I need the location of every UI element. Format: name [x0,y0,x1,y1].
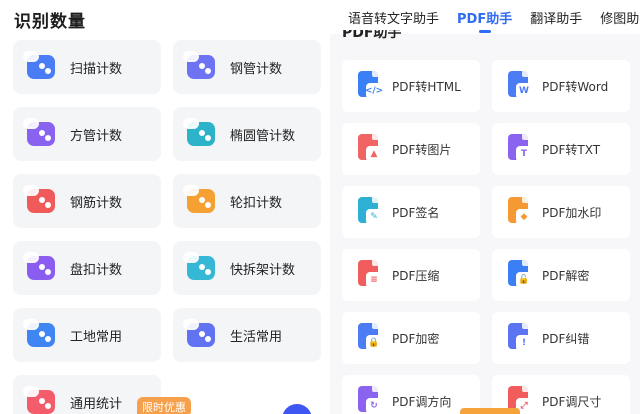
pdf-tool-card[interactable]: ↻ PDF调方向 [342,375,480,414]
count-tool-card[interactable]: 椭圆管计数 [173,107,321,161]
count-tool-label: 生活常用 [230,329,283,345]
pdf-to-word-icon: W [504,69,532,101]
pdf-tool-label: PDF签名 [392,205,440,220]
count-tool-label: 钢筋计数 [70,195,123,211]
pdf-tool-card[interactable]: 🔒 PDF加密 [342,312,480,364]
disc-buckle-count-icon [23,252,57,282]
pdf-compress-icon: ≡ [354,258,382,290]
count-tool-card[interactable]: 方管计数 [13,107,161,161]
pdf-encrypt-icon: 🔒 [354,321,382,353]
quick-frame-count-icon [183,252,217,282]
pdf-tool-card[interactable]: 🔓 PDF解密 [492,249,630,301]
rebar-count-icon [23,185,57,215]
pdf-tool-label: PDF转Word [542,79,609,94]
pdf-rotate-icon: ↻ [354,384,382,414]
pdf-tool-badge-icon: ≡ [366,272,382,288]
construction-site-icon [23,319,57,349]
tab-translation[interactable]: 翻译助手 [530,8,582,27]
pdf-tool-card[interactable]: </> PDF转HTML [342,60,480,112]
pdf-tool-card[interactable]: ! PDF纠错 [492,312,630,364]
count-tool-card[interactable]: 工地常用 [13,308,161,362]
pdf-tool-badge-icon: ! [516,335,532,351]
count-tool-card[interactable]: 生活常用 [173,308,321,362]
tab-pdf-assistant[interactable]: PDF助手 [457,8,512,33]
pdf-tool-label: PDF解密 [542,268,590,283]
pdf-tool-badge-icon: ◆ [516,209,532,225]
pdf-decrypt-icon: 🔓 [504,258,532,290]
section-title-peek: PDF助手 [342,30,402,41]
pdf-tool-badge-icon: T [516,146,532,162]
tab-photo-edit[interactable]: 修图助手 [600,8,640,27]
recognition-count-panel: 识别数量 扫描计数 钢管计数方管计数 椭圆管计数钢筋计数 轮扣计数盘扣计数 快拆架计数工… [0,0,330,414]
pdf-correct-icon: ! [504,321,532,353]
pdf-tool-label: PDF转HTML [392,79,461,94]
count-tool-card[interactable]: 钢管计数 [173,40,321,94]
pdf-tool-badge-icon: ↻ [366,398,382,414]
pdf-watermark-icon: ◆ [504,195,532,227]
square-pipe-count-icon [23,118,57,148]
pdf-tool-label: PDF加密 [392,331,440,346]
general-stats-icon [23,386,57,414]
pdf-tool-card[interactable]: ◆ PDF加水印 [492,186,630,238]
count-tool-label: 钢管计数 [230,61,283,77]
pdf-tool-badge-icon: W [516,83,532,99]
pdf-tool-card[interactable]: W PDF转Word [492,60,630,112]
daily-life-icon [183,319,217,349]
floating-action-button[interactable] [282,404,312,414]
pdf-tool-card[interactable]: ≡ PDF压缩 [342,249,480,301]
scan-count-icon [23,51,57,81]
pdf-sign-icon: ✎ [354,195,382,227]
assistant-tabs: 语音转文字助手 PDF助手 翻译助手 修图助手 [330,0,640,34]
pdf-tool-card[interactable]: ✎ PDF签名 [342,186,480,238]
count-tool-label: 方管计数 [70,128,123,144]
oval-pipe-count-icon [183,118,217,148]
steel-pipe-count-icon [183,51,217,81]
pdf-tool-label: PDF加水印 [542,205,602,220]
wheel-buckle-count-icon [183,185,217,215]
count-tool-label: 轮扣计数 [230,195,283,211]
count-tool-label: 快拆架计数 [230,262,296,278]
pdf-tool-card[interactable]: ▲ PDF转图片 [342,123,480,175]
pdf-tool-card[interactable]: T PDF转TXT [492,123,630,175]
pdf-tool-label: PDF转图片 [392,142,452,157]
pdf-tool-label: PDF压缩 [392,268,440,283]
count-tool-label: 扫描计数 [70,61,123,77]
pdf-tool-badge-icon: </> [365,83,383,99]
count-tool-label: 通用统计 [70,396,123,412]
count-tool-card[interactable]: 盘扣计数 [13,241,161,295]
count-tool-card[interactable]: 扫描计数 [13,40,161,94]
count-tool-label: 工地常用 [70,329,123,345]
count-tool-label: 盘扣计数 [70,262,123,278]
pdf-to-txt-icon: T [504,132,532,164]
pdf-tool-badge-icon: 🔒 [366,335,382,351]
pdf-tool-badge-icon: 🔓 [516,272,532,288]
pdf-tool-badge-icon: ▲ [366,146,382,162]
pdf-tool-badge-icon: ✎ [366,209,382,225]
assistant-panel: 语音转文字助手 PDF助手 翻译助手 修图助手 PDF助手 </> PDF转HTM… [330,0,640,414]
count-tool-card[interactable]: 轮扣计数 [173,174,321,228]
promo-badge[interactable]: 限时优惠 [137,397,191,414]
promo-strip[interactable] [460,408,520,414]
tab-speech-to-text[interactable]: 语音转文字助手 [348,8,439,27]
count-tool-card[interactable]: 钢筋计数 [13,174,161,228]
pdf-tool-label: PDF转TXT [542,142,601,157]
count-tool-label: 椭圆管计数 [230,128,296,144]
pdf-to-image-icon: ▲ [354,132,382,164]
count-tool-card[interactable]: 快拆架计数 [173,241,321,295]
pdf-tool-label: PDF调方向 [392,394,452,409]
pdf-tool-label: PDF调尺寸 [542,394,602,409]
pdf-to-html-icon: </> [354,69,383,101]
section-title: 识别数量 [14,12,86,32]
pdf-tool-label: PDF纠错 [542,331,590,346]
